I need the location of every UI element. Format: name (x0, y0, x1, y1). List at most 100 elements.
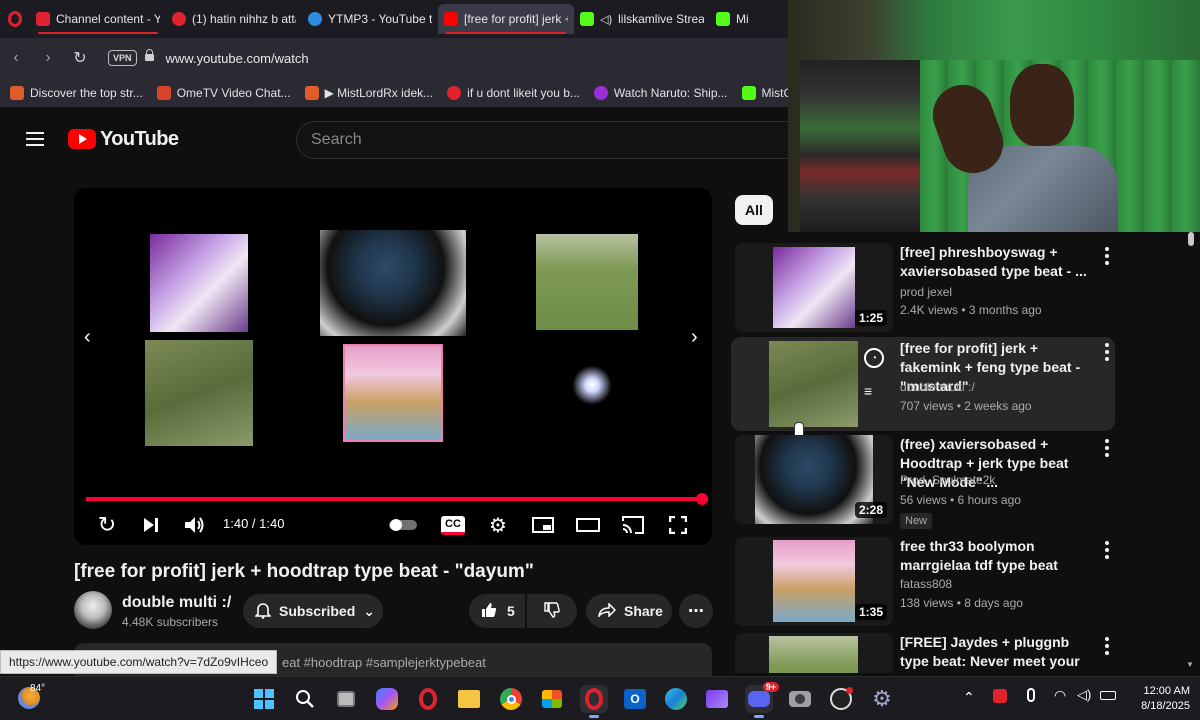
bookmark-item[interactable]: if u dont likeit you b... (447, 85, 580, 100)
obs-icon[interactable] (827, 685, 855, 713)
more-actions-button[interactable]: ⋯ (679, 594, 713, 628)
list-item[interactable]: 1:25 [free] phreshboyswag + xaviersobase… (735, 243, 1115, 333)
list-item[interactable]: ◔ ≡ [free for profit] jerk + fakemink + … (735, 339, 1115, 429)
microphone-icon[interactable] (1027, 688, 1035, 702)
autoplay-toggle-icon[interactable] (388, 510, 418, 540)
bookmark-favicon-icon (447, 85, 462, 100)
more-vertical-icon[interactable] (1105, 439, 1109, 457)
chrome-icon[interactable] (497, 685, 525, 713)
video-thumbnail[interactable]: 1:35 (735, 537, 893, 626)
watch-later-icon[interactable]: ◔ (864, 348, 884, 368)
discord-icon[interactable]: 9+ (745, 682, 779, 718)
outlook-icon[interactable]: O (621, 685, 649, 713)
video-thumbnail[interactable]: 2:28 (735, 435, 893, 524)
tab-soundcloud[interactable]: (1) hatin nihhz b attak (166, 4, 302, 34)
scrubber-handle[interactable] (696, 493, 708, 505)
replay-icon[interactable]: ↻ (92, 510, 122, 540)
opera-gx-icon[interactable] (580, 685, 608, 718)
thumbs-up-icon (481, 602, 497, 621)
bookmark-item[interactable]: OmeTV Video Chat... (156, 85, 291, 100)
like-button[interactable]: 5 (469, 594, 525, 628)
url-field[interactable]: www.youtube.com/watch (166, 51, 309, 66)
list-item[interactable]: 2:28 (free) xaviersobased + Hoodtrap + j… (735, 435, 1115, 529)
progress-bar[interactable] (86, 497, 702, 501)
menu-icon[interactable] (26, 132, 44, 146)
share-button[interactable]: Share (586, 594, 672, 628)
video-title[interactable]: [free] phreshboyswag + xaviersobased typ… (900, 243, 1095, 281)
battery-icon[interactable] (1100, 691, 1116, 700)
list-item[interactable]: 1:35 free thr33 boolymon marrgielaa tdf … (735, 537, 1115, 627)
opera-logo-icon[interactable] (0, 0, 30, 38)
description-tags[interactable]: eat #hoodtrap #samplejerktypebeat (282, 655, 486, 670)
scroll-down-arrow-icon[interactable]: ▼ (1186, 660, 1194, 669)
favicon-icon (172, 12, 186, 26)
channel-name[interactable]: double multi :/ (900, 380, 975, 394)
video-title[interactable]: [FREE] Jaydes + pluggnb type beat: Never… (900, 633, 1095, 673)
theater-mode-icon[interactable] (573, 510, 603, 540)
chevron-up-icon[interactable]: ⌃ (963, 689, 975, 706)
edge-icon[interactable] (662, 685, 690, 713)
youtube-logo[interactable]: YouTube (68, 128, 179, 151)
list-item[interactable]: [FREE] Jaydes + pluggnb type beat: Never… (735, 633, 1115, 673)
more-vertical-icon[interactable] (1105, 541, 1109, 559)
channel-name[interactable]: prod jexel (900, 285, 952, 299)
add-to-queue-icon[interactable]: ≡ (864, 383, 872, 399)
tab-ytmp3[interactable]: YTMP3 - YouTube to I (302, 4, 438, 34)
tab-current-video[interactable]: [free for profit] jerk + hoo (438, 4, 574, 34)
video-thumbnail[interactable]: ◔ ≡ (735, 339, 893, 428)
forward-icon[interactable]: › (32, 42, 64, 74)
tab-kick-stream[interactable]: ◁) lilskamlive Stream (574, 4, 710, 34)
opera-taskbar-icon[interactable] (414, 685, 442, 713)
cast-icon[interactable] (618, 510, 648, 540)
app-tray-icon[interactable] (993, 689, 1007, 703)
clock[interactable]: 12:00 AM 8/18/2025 (1120, 684, 1190, 714)
clipchamp-icon[interactable] (703, 685, 731, 713)
task-view-icon[interactable] (332, 685, 360, 713)
previous-arrow-icon[interactable]: ‹ (84, 326, 91, 349)
camera-icon[interactable] (786, 685, 814, 713)
channel-name[interactable]: Prod. Soulmate2k (900, 473, 995, 487)
vpn-badge[interactable]: VPN (108, 50, 137, 66)
settings-gear-icon[interactable]: ⚙ (483, 510, 513, 540)
file-explorer-icon[interactable] (455, 685, 483, 713)
subscribed-button[interactable]: Subscribed ⌄ (243, 594, 383, 628)
copilot-icon[interactable] (373, 685, 401, 713)
more-vertical-icon[interactable] (1105, 637, 1109, 655)
settings-gear-icon[interactable]: ⚙ (868, 685, 896, 713)
bookmark-item[interactable]: Discover the top str... (10, 85, 143, 100)
speaker-icon[interactable]: ◁) (1077, 687, 1091, 703)
windows-start-icon[interactable] (250, 685, 278, 713)
next-arrow-icon[interactable]: › (691, 326, 698, 349)
back-icon[interactable]: ‹ (0, 42, 32, 74)
chip-all[interactable]: All (735, 195, 773, 225)
volume-icon[interactable] (180, 510, 210, 540)
speaker-icon[interactable]: ◁) (600, 13, 612, 26)
tab-kick-2[interactable]: Mi (710, 4, 770, 34)
fullscreen-icon[interactable] (663, 510, 693, 540)
search-icon[interactable] (291, 685, 319, 713)
scrollbar-thumb[interactable] (1188, 232, 1194, 246)
collage-image-person-grass (145, 340, 253, 446)
more-vertical-icon[interactable] (1105, 247, 1109, 265)
miniplayer-icon[interactable] (528, 510, 558, 540)
reload-icon[interactable]: ↻ (64, 42, 96, 74)
search-input[interactable]: Search (296, 121, 796, 159)
video-thumbnail[interactable]: 1:25 (735, 243, 893, 332)
lock-icon[interactable] (144, 49, 154, 63)
wifi-icon[interactable]: ◠ (1054, 687, 1066, 704)
captions-button[interactable]: CC (438, 510, 468, 540)
channel-name[interactable]: fatass808 (900, 577, 952, 591)
more-vertical-icon[interactable] (1105, 343, 1109, 361)
video-thumbnail[interactable] (735, 633, 893, 673)
store-icon[interactable] (538, 685, 566, 713)
avatar[interactable] (74, 591, 112, 629)
channel-name[interactable]: double multi :/ (122, 594, 231, 612)
tab-channel-content[interactable]: Channel content - You (30, 4, 166, 34)
duration-badge: 1:25 (854, 310, 887, 326)
dislike-button[interactable] (527, 594, 577, 628)
video-title[interactable]: free thr33 boolymon marrgielaa tdf type … (900, 537, 1095, 575)
bookmark-item[interactable]: ▶ MistLordRx idek... (304, 85, 433, 100)
video-player[interactable]: ‹ › ↻ 1:40 / 1:40 CC ⚙ (74, 188, 712, 545)
next-icon[interactable] (136, 510, 166, 540)
bookmark-item[interactable]: Watch Naruto: Ship... (593, 85, 728, 100)
